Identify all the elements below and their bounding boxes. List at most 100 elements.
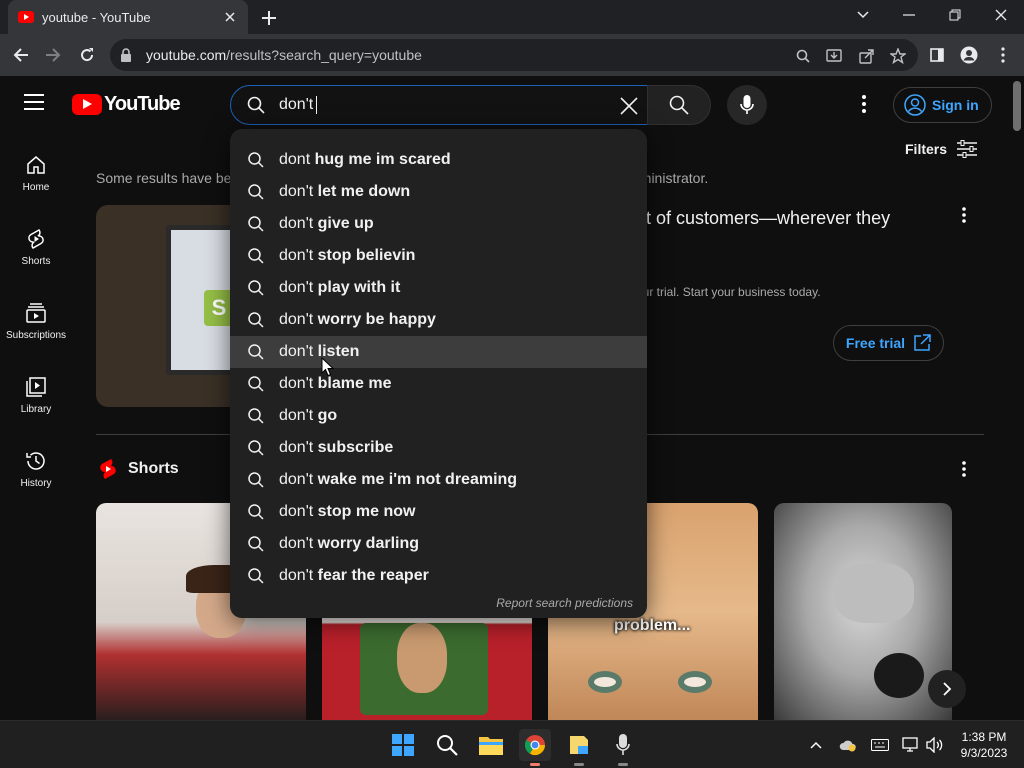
browser-tab[interactable]: youtube - YouTube <box>8 0 248 34</box>
address-bar[interactable]: youtube.com/results?search_query=youtube <box>110 39 918 71</box>
install-app-icon[interactable] <box>825 47 843 65</box>
search-icon <box>669 95 689 115</box>
eye-image <box>678 671 712 693</box>
free-trial-button[interactable]: Free trial <box>833 325 944 361</box>
search-icon <box>248 504 264 520</box>
windows-start-icon[interactable] <box>387 729 419 761</box>
voice-recorder-icon[interactable] <box>607 729 639 766</box>
ad-more-options-icon[interactable] <box>954 205 974 225</box>
clear-search-icon[interactable] <box>615 92 643 120</box>
profile-icon[interactable] <box>956 42 982 68</box>
onedrive-icon[interactable] <box>838 735 858 755</box>
sidebar-item-home[interactable]: Home <box>0 132 72 206</box>
suggestion-prefix: don't <box>279 503 314 520</box>
report-predictions-link[interactable]: Report search predictions <box>496 596 633 610</box>
back-arrow-icon[interactable] <box>8 42 34 68</box>
suggestion-item[interactable]: don't play with it <box>230 272 647 304</box>
suggestion-prefix: don't <box>279 343 314 360</box>
youtube-favicon-icon <box>18 11 34 23</box>
windows-taskbar: 1:38 PM 9/3/2023 <box>0 720 1024 768</box>
ad-thumbnail[interactable]: S <box>96 205 230 407</box>
search-input[interactable]: don't <box>230 85 648 125</box>
zoom-search-icon[interactable] <box>794 47 812 65</box>
suggestion-item[interactable]: don't worry darling <box>230 528 647 560</box>
close-window-button[interactable] <box>978 0 1024 30</box>
youtube-logo[interactable]: YouTube <box>72 93 181 116</box>
suggestion-item[interactable]: don't worry be happy <box>230 304 647 336</box>
youtube-play-icon <box>72 94 102 115</box>
suggestion-item[interactable]: don't give up <box>230 208 647 240</box>
bookmark-star-icon[interactable] <box>889 47 907 65</box>
forward-arrow-icon[interactable] <box>40 42 66 68</box>
suggestion-item[interactable]: dont hug me im scared <box>230 144 647 176</box>
new-tab-button[interactable] <box>258 7 280 29</box>
tab-title: youtube - YouTube <box>42 9 151 25</box>
tab-search-chevron-icon[interactable] <box>840 0 886 30</box>
show-hidden-icons-chevron-icon[interactable] <box>806 735 826 755</box>
volume-icon[interactable] <box>925 735 945 755</box>
search-suggestions-dropdown: dont hug me im scared don't let me down do… <box>230 129 647 618</box>
shorts-more-options-icon[interactable] <box>954 459 974 479</box>
browser-toolbar: youtube.com/results?search_query=youtube <box>0 34 1024 76</box>
lock-icon <box>120 48 138 62</box>
external-link-icon <box>914 334 931 351</box>
suggestion-item[interactable]: don't stop me now <box>230 496 647 528</box>
eye-image <box>588 671 622 693</box>
ad-title[interactable]: ront of customers—wherever they <box>620 208 930 229</box>
sign-in-button[interactable]: Sign in <box>893 87 992 123</box>
address-url: youtube.com/results?search_query=youtube <box>146 47 422 63</box>
network-icon[interactable] <box>901 735 921 755</box>
keyboard-icon[interactable] <box>870 735 890 755</box>
suggestion-item[interactable]: don't subscribe <box>230 432 647 464</box>
reload-icon[interactable] <box>74 42 100 68</box>
browser-menu-icon[interactable] <box>990 42 1016 68</box>
search-icon <box>248 408 264 424</box>
suggestion-item[interactable]: don't wake me i'm not dreaming <box>230 464 647 496</box>
shorts-shelf-header: Shorts <box>98 458 179 480</box>
chrome-taskbar-icon[interactable] <box>519 729 551 766</box>
settings-more-icon[interactable] <box>852 92 876 116</box>
mouth-image <box>874 653 924 698</box>
account-icon <box>904 94 926 116</box>
suggestion-item[interactable]: don't fear the reaper <box>230 560 647 592</box>
suggestion-item[interactable]: don't let me down <box>230 176 647 208</box>
close-tab-icon[interactable] <box>222 9 238 25</box>
search-icon <box>248 248 264 264</box>
search-button[interactable] <box>647 85 711 125</box>
shelf-next-button[interactable] <box>928 670 966 708</box>
page-scrollbar[interactable] <box>1010 76 1024 720</box>
voice-search-button[interactable] <box>727 85 767 125</box>
suggestion-item[interactable]: don't listen <box>230 336 647 368</box>
suggestion-item[interactable]: don't go <box>230 400 647 432</box>
scrollbar-thumb[interactable] <box>1013 81 1021 131</box>
suggestion-item[interactable]: don't blame me <box>230 368 647 400</box>
taskbar-search-icon[interactable] <box>431 729 463 761</box>
short-thumbnail[interactable] <box>774 503 952 720</box>
mini-guide-sidebar: Home Shorts Subscriptions Library Histor… <box>0 132 72 502</box>
sidebar-item-history[interactable]: History <box>0 428 72 502</box>
sidebar-item-shorts[interactable]: Shorts <box>0 206 72 280</box>
suggestion-prefix: don't <box>279 183 314 200</box>
suggestion-completion: fear the reaper <box>313 567 429 584</box>
sticky-notes-icon[interactable] <box>563 729 595 766</box>
history-icon <box>26 452 45 470</box>
shorts-icon <box>28 229 44 249</box>
suggestion-completion: stop me now <box>313 503 416 520</box>
suggestion-prefix: don't <box>279 471 314 488</box>
menu-icon[interactable] <box>24 94 48 114</box>
sidebar-item-subscriptions[interactable]: Subscriptions <box>0 280 72 354</box>
share-icon[interactable] <box>858 47 876 65</box>
suggestion-prefix: don't <box>279 375 314 392</box>
file-explorer-icon[interactable] <box>475 729 507 761</box>
restore-button[interactable] <box>932 0 978 30</box>
search-icon <box>248 312 264 328</box>
suggestion-item[interactable]: don't stop believin <box>230 240 647 272</box>
suggestion-prefix: don't <box>279 439 314 456</box>
face-image <box>397 623 447 693</box>
suggestion-completion: worry be happy <box>313 311 436 328</box>
minimize-button[interactable] <box>886 0 932 30</box>
side-panel-icon[interactable] <box>924 42 950 68</box>
filters-button[interactable]: Filters <box>905 140 978 158</box>
sidebar-item-library[interactable]: Library <box>0 354 72 428</box>
system-clock[interactable]: 1:38 PM 9/3/2023 <box>952 729 1016 761</box>
